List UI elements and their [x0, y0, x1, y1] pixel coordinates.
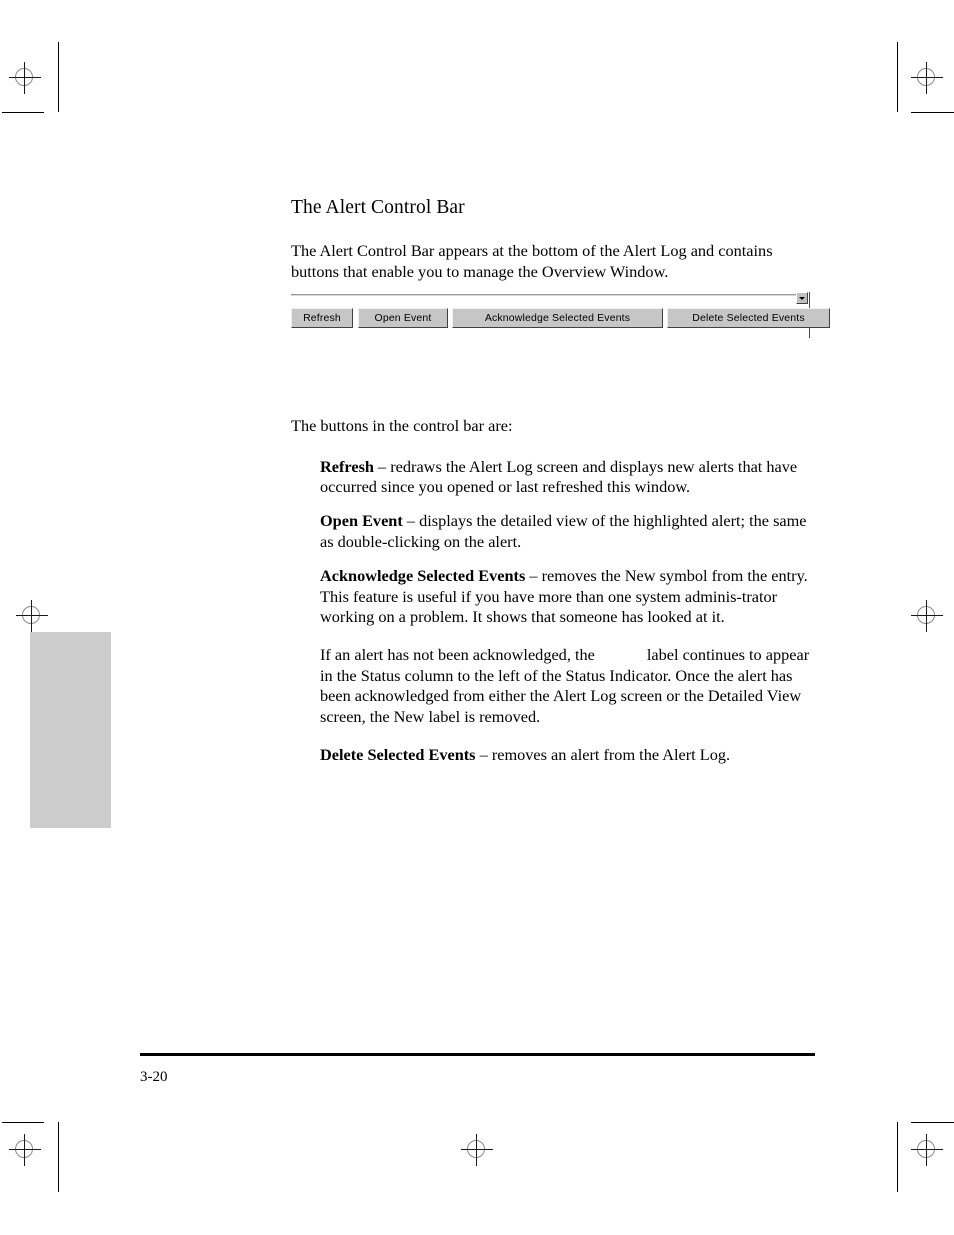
registration-hline [461, 1149, 493, 1150]
registration-mark-mid-left [14, 598, 50, 634]
registration-vline [926, 1134, 927, 1166]
list-item-refresh: Refresh – redraws the Alert Log screen a… [291, 457, 816, 498]
page-content: The Alert Control Bar The Alert Control … [291, 196, 816, 779]
footer-rule [140, 1053, 815, 1056]
description-delete-selected-events: – removes an alert from the Alert Log. [475, 745, 731, 765]
list-item-delete-selected-events: Delete Selected Events – removes an aler… [291, 745, 816, 765]
registration-mark-top-left [7, 60, 43, 96]
description-refresh: – redraws the Alert Log screen and displ… [320, 456, 798, 497]
scroll-down-arrow-icon[interactable] [796, 292, 808, 304]
crop-mark-top-right-v [897, 42, 898, 112]
scroll-arrow-glyph [799, 297, 805, 300]
chapter-thumb-tab [30, 632, 111, 828]
registration-vline [31, 600, 32, 632]
page-title: The Alert Control Bar [291, 197, 465, 218]
list-item-open-event: Open Event – displays the detailed view … [291, 511, 816, 552]
note-text-before-blank: If an alert has not been acknowledged, t… [320, 645, 595, 665]
registration-hline [16, 615, 48, 616]
delete-selected-events-button[interactable]: Delete Selected Events [667, 308, 830, 328]
crop-mark-top-left-v [58, 42, 59, 112]
button-description-list: Refresh – redraws the Alert Log screen a… [291, 457, 816, 766]
registration-vline [24, 62, 25, 94]
crop-mark-bottom-left-v [58, 1122, 59, 1192]
registration-hline [911, 615, 943, 616]
registration-vline [476, 1134, 477, 1166]
registration-hline [911, 77, 943, 78]
term-refresh: Refresh [320, 456, 374, 476]
registration-mark-bottom-right [909, 1132, 945, 1168]
note-paragraph: If an alert has not been acknowledged, t… [291, 645, 816, 727]
term-delete-selected-events: Delete Selected Events [320, 745, 476, 765]
refresh-button[interactable]: Refresh [291, 308, 353, 328]
alert-control-bar: Refresh Open Event Acknowledge Selected … [291, 308, 830, 328]
crop-mark-top-right-h [911, 112, 954, 113]
registration-vline [926, 600, 927, 632]
crop-mark-bottom-right-h [911, 1122, 954, 1123]
alert-control-bar-figure: Refresh Open Event Acknowledge Selected … [291, 292, 830, 338]
term-open-event: Open Event [320, 511, 403, 531]
lead-in-paragraph: The buttons in the control bar are: [291, 416, 513, 436]
list-item-acknowledge-selected-events: Acknowledge Selected Events – removes th… [291, 566, 816, 627]
crop-mark-bottom-right-v [897, 1122, 898, 1192]
crop-mark-top-left-h [2, 112, 44, 113]
registration-mark-bottom-left [7, 1132, 43, 1168]
page-number: 3-20 [140, 1069, 168, 1085]
registration-vline [926, 62, 927, 94]
open-event-button[interactable]: Open Event [358, 308, 448, 328]
term-acknowledge-selected-events: Acknowledge Selected Events [320, 566, 526, 586]
registration-mark-bottom-center [459, 1132, 495, 1168]
registration-hline [911, 1149, 943, 1150]
registration-vline [24, 1134, 25, 1166]
registration-mark-mid-right [909, 598, 945, 634]
intro-paragraph: The Alert Control Bar appears at the bot… [291, 241, 773, 281]
crop-mark-bottom-left-h [2, 1122, 44, 1123]
registration-hline [9, 1149, 41, 1150]
window-top-divider [291, 294, 796, 296]
registration-hline [9, 77, 41, 78]
acknowledge-selected-events-button[interactable]: Acknowledge Selected Events [452, 308, 663, 328]
registration-mark-top-right [909, 60, 945, 96]
manual-page: The Alert Control Bar The Alert Control … [0, 0, 954, 1235]
